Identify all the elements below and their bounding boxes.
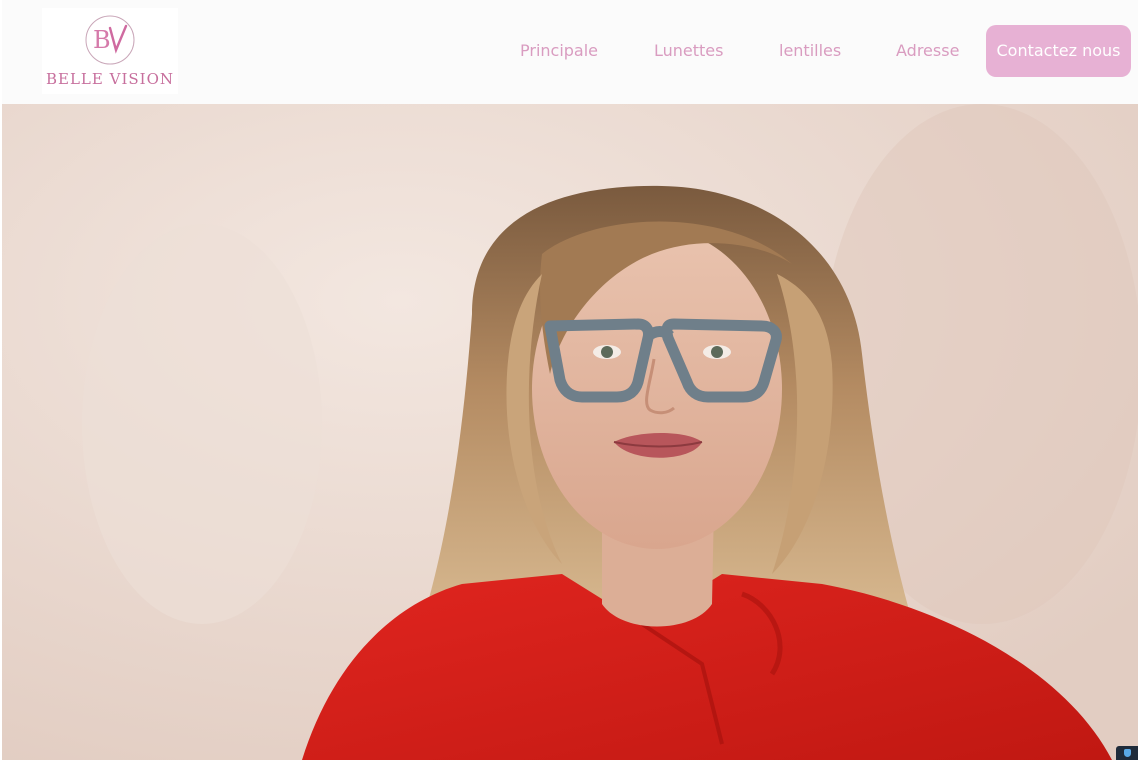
main-nav: Principale Lunettes lentilles Adresse Co… — [2, 0, 1138, 104]
contact-button[interactable]: Contactez nous — [986, 25, 1131, 77]
privacy-badge-icon[interactable] — [1116, 746, 1138, 760]
nav-item-lunettes[interactable]: Lunettes — [654, 40, 723, 62]
site-header: B BELLE VISION Principale Lunettes lenti… — [2, 0, 1138, 104]
nav-item-principale[interactable]: Principale — [520, 40, 598, 62]
nav-item-adresse[interactable]: Adresse — [896, 40, 959, 62]
nav-item-lentilles[interactable]: lentilles — [779, 40, 841, 62]
hero-portrait-illustration — [2, 104, 1138, 760]
page: B BELLE VISION Principale Lunettes lenti… — [0, 0, 1138, 760]
hero-image — [2, 104, 1138, 760]
